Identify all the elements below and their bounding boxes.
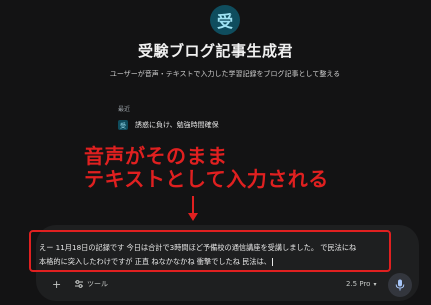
prompt-input-line-1: えー 11月18日の記録です 今日は合計で3時間ほど予備校の通信講座を受講しまし… bbox=[39, 243, 357, 252]
recent-section-label: 最近 bbox=[118, 106, 131, 113]
page-subtitle: ユーザーが音声・テキストで入力した学習記録をブログ記事として整える bbox=[109, 70, 341, 78]
annotation-line-2: テキストとして入力される bbox=[84, 167, 329, 191]
chevron-down-icon: ▾ bbox=[373, 280, 377, 288]
prompt-input-line-2-text: 本格的に突入したわけですが 正直 ねなかなかね 衝撃でしたね 民法は、 bbox=[39, 257, 271, 266]
annotation-callout: 音声がそのまま テキストとして入力される bbox=[84, 145, 329, 191]
gem-avatar: 受 bbox=[210, 5, 240, 35]
tools-label: ツール bbox=[87, 280, 108, 288]
tools-icon bbox=[75, 280, 83, 288]
microphone-button[interactable] bbox=[388, 273, 412, 297]
arrow-down-icon bbox=[188, 196, 198, 221]
model-selector[interactable]: 2.5 Pro ▾ bbox=[346, 280, 376, 288]
annotation-line-1: 音声がそのまま bbox=[84, 144, 228, 168]
gem-icon: 受 bbox=[118, 120, 128, 130]
prompt-input-line-2: 本格的に突入したわけですが 正直 ねなかなかね 衝撃でしたね 民法は、 bbox=[39, 255, 384, 269]
model-label: 2.5 Pro bbox=[346, 280, 371, 288]
recent-chat-item[interactable]: 受 誘惑に負け、勉強時間確保 bbox=[118, 120, 219, 130]
text-caret bbox=[271, 258, 273, 266]
tools-button[interactable]: ツール bbox=[75, 279, 108, 289]
microphone-icon bbox=[395, 279, 405, 291]
plus-icon[interactable]: + bbox=[52, 279, 61, 290]
page-title: 受験ブログ記事生成君 bbox=[137, 42, 293, 60]
recent-chat-label: 誘惑に負け、勉強時間確保 bbox=[135, 121, 219, 129]
prompt-input[interactable]: えー 11月18日の記録です 今日は合計で3時間ほど予備校の通信講座を受講しまし… bbox=[39, 241, 384, 269]
